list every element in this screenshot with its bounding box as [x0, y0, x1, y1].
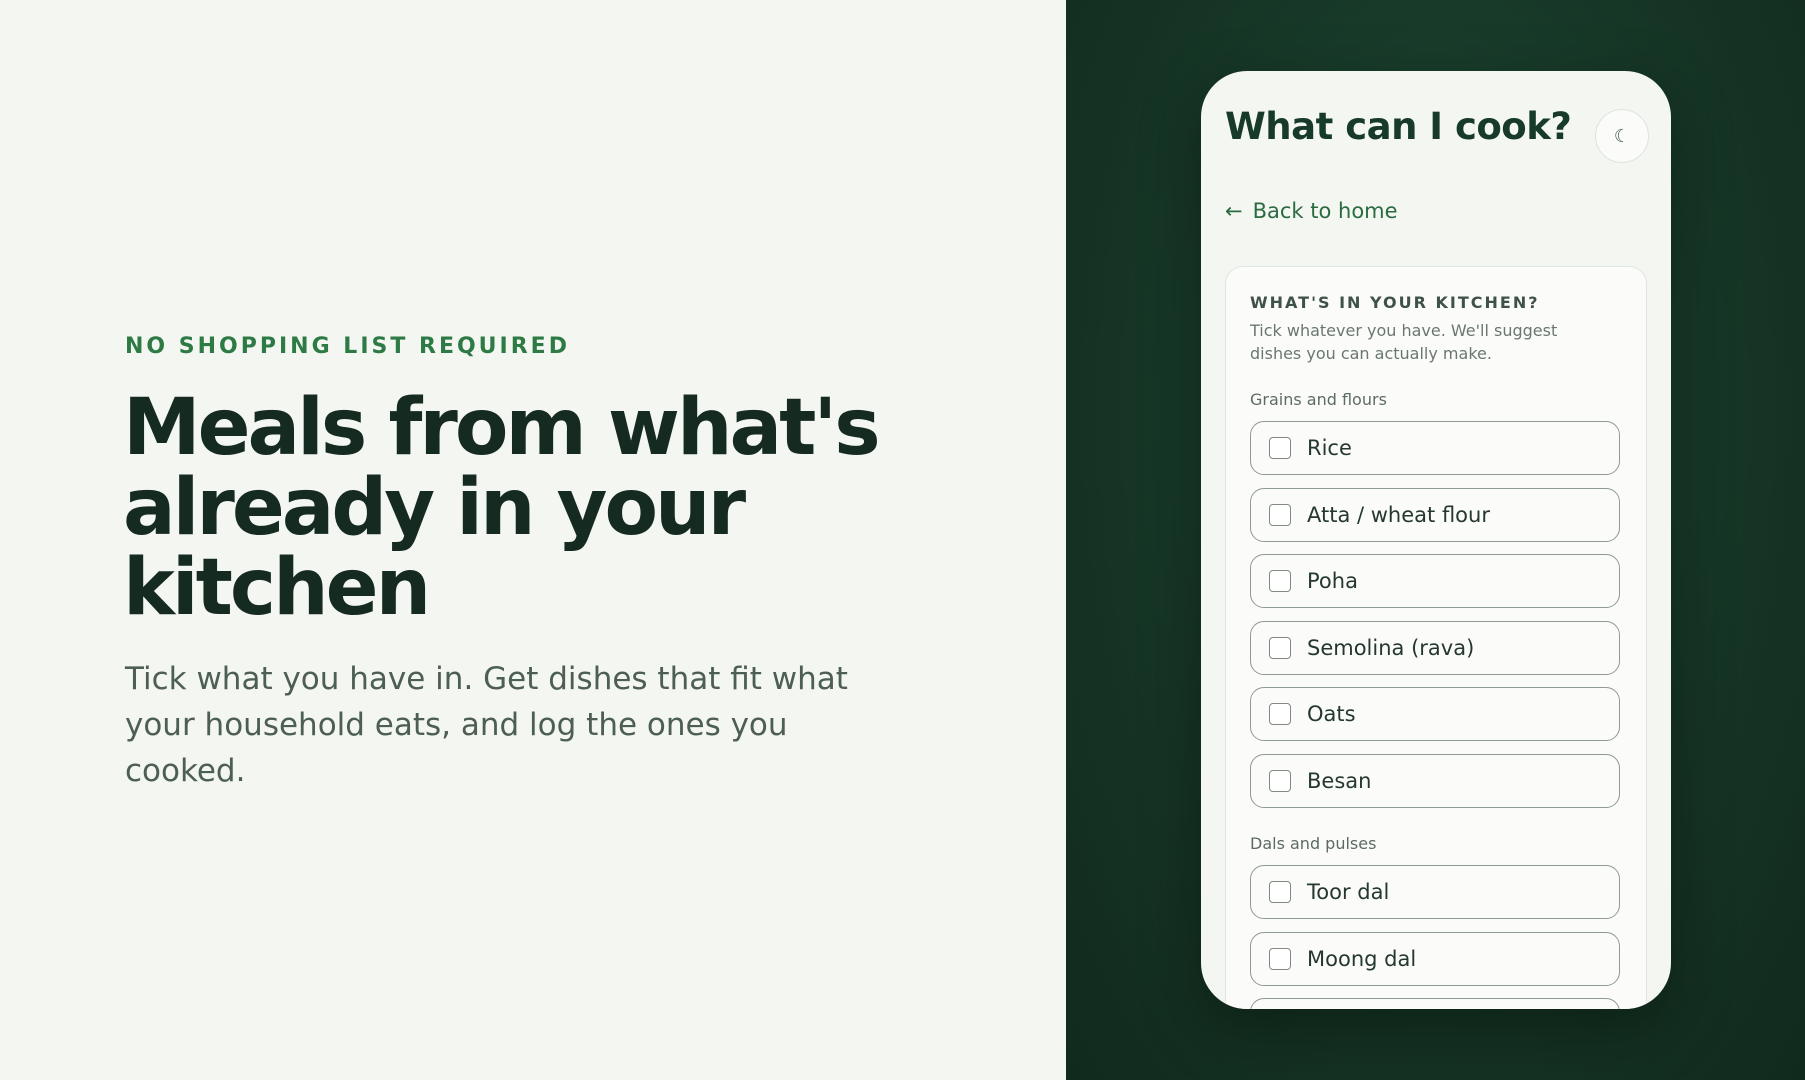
ingredient-label: Semolina (rava) [1307, 636, 1475, 660]
checkbox[interactable] [1269, 703, 1291, 725]
checkbox[interactable] [1269, 881, 1291, 903]
checkbox[interactable] [1269, 637, 1291, 659]
hero-headline: Meals from what's already in your kitche… [123, 383, 881, 633]
back-link-label: Back to home [1252, 199, 1398, 223]
card-description: Tick whatever you have. We'll suggest di… [1250, 321, 1558, 363]
ingredient-label: Poha [1307, 569, 1358, 593]
ingredient-option-semolina[interactable]: Semolina (rava) [1250, 621, 1620, 675]
ingredient-option-poha[interactable]: Poha [1250, 554, 1620, 608]
moon-icon: ☾ [1613, 125, 1631, 147]
ingredient-option-atta[interactable]: Atta / wheat flour [1250, 488, 1620, 542]
group-label-dals: Dals and pulses [1250, 834, 1377, 853]
ingredient-option-besan[interactable]: Besan [1250, 754, 1620, 808]
ingredient-label: Atta / wheat flour [1307, 503, 1490, 527]
ingredient-label: Oats [1307, 702, 1356, 726]
hero-eyebrow: NO SHOPPING LIST REQUIRED [125, 334, 570, 359]
back-to-home-link[interactable]: ← Back to home [1225, 199, 1398, 223]
hero-subtitle: Tick what you have in. Get dishes that f… [125, 661, 848, 789]
ingredient-option-oats[interactable]: Oats [1250, 687, 1620, 741]
ingredient-option-moong-dal[interactable]: Moong dal [1250, 932, 1620, 986]
arrow-left-icon: ← [1225, 199, 1243, 223]
hero-panel: NO SHOPPING LIST REQUIRED Meals from wha… [0, 0, 1066, 1080]
checkbox[interactable] [1269, 770, 1291, 792]
ingredient-label: Besan [1307, 769, 1372, 793]
checkbox[interactable] [1269, 570, 1291, 592]
ingredient-option-partial[interactable] [1250, 998, 1620, 1009]
kitchen-card: WHAT'S IN YOUR KITCHEN? Tick whatever yo… [1225, 266, 1647, 1009]
checkbox[interactable] [1269, 504, 1291, 526]
ingredient-label: Moong dal [1307, 947, 1417, 971]
ingredient-label: Toor dal [1307, 880, 1390, 904]
group-label-grains: Grains and flours [1250, 390, 1387, 409]
ingredient-option-toor-dal[interactable]: Toor dal [1250, 865, 1620, 919]
card-heading: WHAT'S IN YOUR KITCHEN? [1250, 293, 1540, 312]
page-title: What can I cook? [1225, 105, 1572, 148]
phone-frame: What can I cook? ☾ ← Back to home WHAT'S… [1201, 71, 1671, 1009]
theme-toggle-button[interactable]: ☾ [1595, 109, 1649, 163]
checkbox[interactable] [1269, 437, 1291, 459]
ingredient-label: Rice [1307, 436, 1352, 460]
ingredient-option-rice[interactable]: Rice [1250, 421, 1620, 475]
checkbox[interactable] [1269, 948, 1291, 970]
